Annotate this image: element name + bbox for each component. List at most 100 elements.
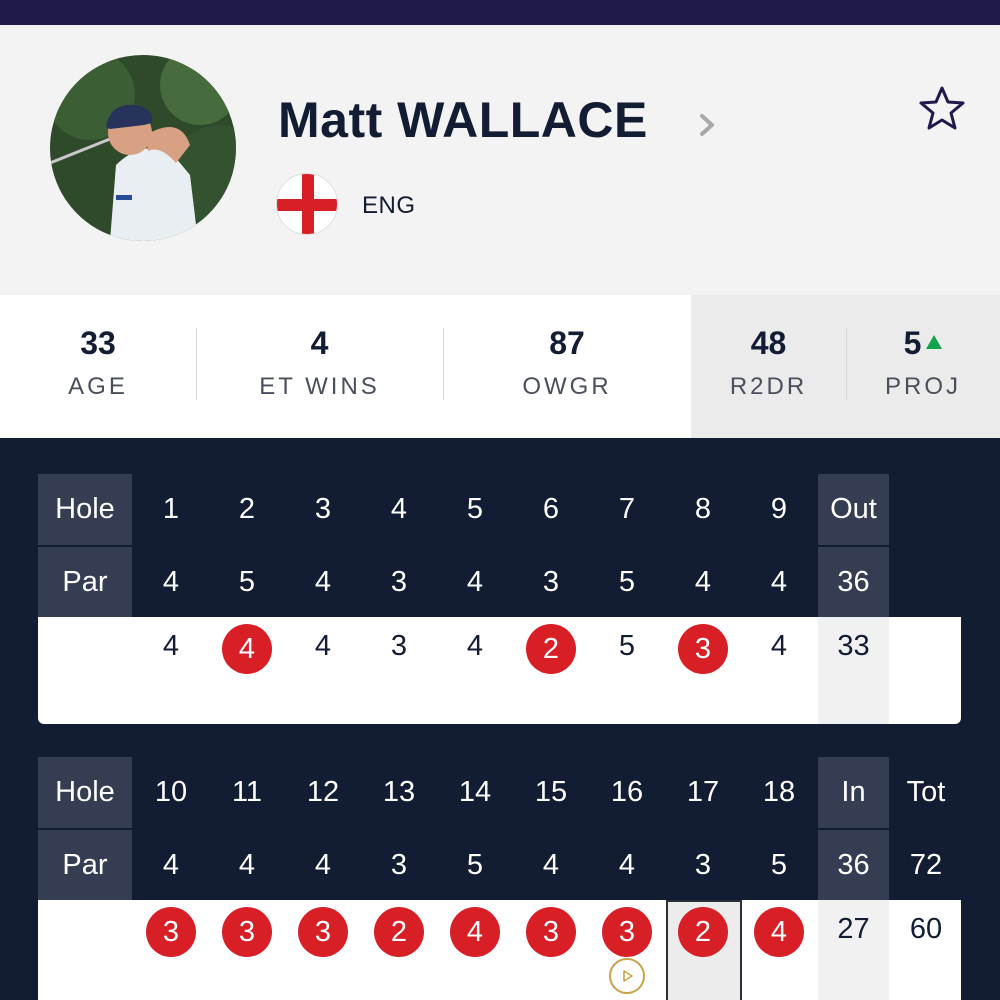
score-value: 4 [162, 630, 180, 662]
par-value: 5 [210, 547, 284, 617]
england-flag-icon [276, 173, 338, 235]
top-bar [0, 0, 1000, 25]
par-value: 3 [362, 547, 436, 617]
par-value: 4 [666, 547, 740, 617]
out-label: Out [818, 474, 889, 545]
hole-row: Hole 1 2 3 4 5 6 7 8 9 Out [38, 474, 961, 545]
par-value: 3 [362, 830, 436, 900]
hole-label: Hole [38, 757, 132, 828]
in-par: 36 [818, 830, 889, 900]
hole-number: 18 [742, 757, 816, 828]
total-score: 60 [891, 900, 961, 1000]
hole-number: 13 [362, 757, 436, 828]
hole-number: 17 [666, 757, 740, 828]
hole-number: 2 [210, 474, 284, 545]
birdie-score: 3 [678, 624, 728, 674]
hole-score[interactable]: 3 [666, 617, 740, 724]
stat-label: PROJ [884, 373, 961, 400]
hole-score[interactable]: 4 [438, 617, 512, 724]
stat-value: 48 [750, 325, 787, 361]
birdie-score: 3 [222, 907, 272, 957]
hole-number: 6 [514, 474, 588, 545]
score-value: 5 [618, 630, 636, 662]
player-stats: 33 AGE 4 ET WINS 87 OWGR 48 R2DR 5 PROJ [0, 295, 1000, 438]
stat-et-wins: 4 ET WINS [196, 295, 443, 438]
player-avatar [50, 55, 236, 241]
hole-number: 4 [362, 474, 436, 545]
hole-score[interactable]: 4 [742, 900, 816, 1000]
birdie-score: 3 [298, 907, 348, 957]
hole-score[interactable]: 4 [438, 900, 512, 1000]
hole-score[interactable]: 4 [210, 617, 284, 724]
score-value: 4 [314, 630, 332, 662]
hole-number: 12 [286, 757, 360, 828]
stat-proj: 5 PROJ [846, 295, 1000, 438]
hole-number: 9 [742, 474, 816, 545]
hole-score[interactable]: 2 [362, 900, 436, 1000]
birdie-score: 4 [222, 624, 272, 674]
par-value: 4 [134, 547, 208, 617]
score-value: 27 [837, 913, 870, 945]
par-value: 3 [514, 547, 588, 617]
hole-score[interactable]: 4 [134, 617, 208, 724]
play-icon [623, 970, 633, 982]
hole-number: 8 [666, 474, 740, 545]
par-value: 4 [514, 830, 588, 900]
par-label: Par [38, 830, 132, 900]
par-value: 4 [590, 830, 664, 900]
hole-row: Hole 10 11 12 13 14 15 16 17 18 In Tot [38, 757, 961, 828]
in-label: In [818, 757, 889, 828]
hole-number: 5 [438, 474, 512, 545]
stat-age: 33 AGE [0, 295, 196, 438]
stat-value: 4 [310, 325, 329, 361]
scorecard-back-nine: Hole 10 11 12 13 14 15 16 17 18 In Tot P… [38, 757, 961, 1000]
birdie-score: 4 [754, 907, 804, 957]
hole-score[interactable]: 4 [742, 617, 816, 724]
par-value: 3 [666, 830, 740, 900]
birdie-score: 2 [526, 624, 576, 674]
player-header: Matt WALLACE ENG [0, 25, 1000, 295]
hole-number: 1 [134, 474, 208, 545]
par-value: 4 [742, 547, 816, 617]
favorite-star-icon[interactable] [918, 85, 966, 131]
in-score: 27 [818, 900, 889, 1000]
chevron-right-icon[interactable] [694, 111, 722, 139]
total-par: 72 [891, 830, 961, 900]
stat-r2dr: 48 R2DR [691, 295, 846, 438]
hole-number: 7 [590, 474, 664, 545]
hole-score[interactable]: 4 [286, 617, 360, 724]
score-value: 3 [390, 630, 408, 662]
scorecard-front-nine: Hole 1 2 3 4 5 6 7 8 9 Out Par 4 5 4 3 4… [38, 474, 961, 724]
par-value: 4 [134, 830, 208, 900]
hole-score[interactable]: 2 [514, 617, 588, 724]
score-row: 3 3 3 2 4 3 3 2 4 27 60 [38, 900, 961, 1000]
hole-number: 10 [134, 757, 208, 828]
empty-cell [891, 547, 961, 617]
par-value: 4 [286, 830, 360, 900]
birdie-score: 4 [450, 907, 500, 957]
hole-score[interactable]: 2 [666, 900, 740, 1000]
score-value: 33 [837, 630, 870, 662]
stat-label: ET WINS [259, 373, 380, 400]
out-score: 33 [818, 617, 889, 724]
par-row: Par 4 5 4 3 4 3 5 4 4 36 [38, 547, 961, 617]
score-value: 4 [770, 630, 788, 662]
par-value: 4 [438, 547, 512, 617]
player-name[interactable]: Matt WALLACE [278, 91, 648, 149]
par-row: Par 4 4 4 3 5 4 4 3 5 36 72 [38, 830, 961, 900]
country-code: ENG [362, 192, 416, 219]
stat-owgr: 87 OWGR [443, 295, 691, 438]
play-video-button[interactable] [609, 958, 645, 994]
hole-number: 15 [514, 757, 588, 828]
hole-number: 11 [210, 757, 284, 828]
hole-score[interactable]: 3 [286, 900, 360, 1000]
birdie-score: 3 [602, 907, 652, 957]
hole-score[interactable]: 3 [210, 900, 284, 1000]
empty-cell [891, 474, 961, 545]
birdie-score: 3 [526, 907, 576, 957]
hole-score[interactable]: 3 [362, 617, 436, 724]
total-label: Tot [891, 757, 961, 828]
hole-score[interactable]: 3 [134, 900, 208, 1000]
hole-score[interactable]: 3 [514, 900, 588, 1000]
hole-score[interactable]: 5 [590, 617, 664, 724]
